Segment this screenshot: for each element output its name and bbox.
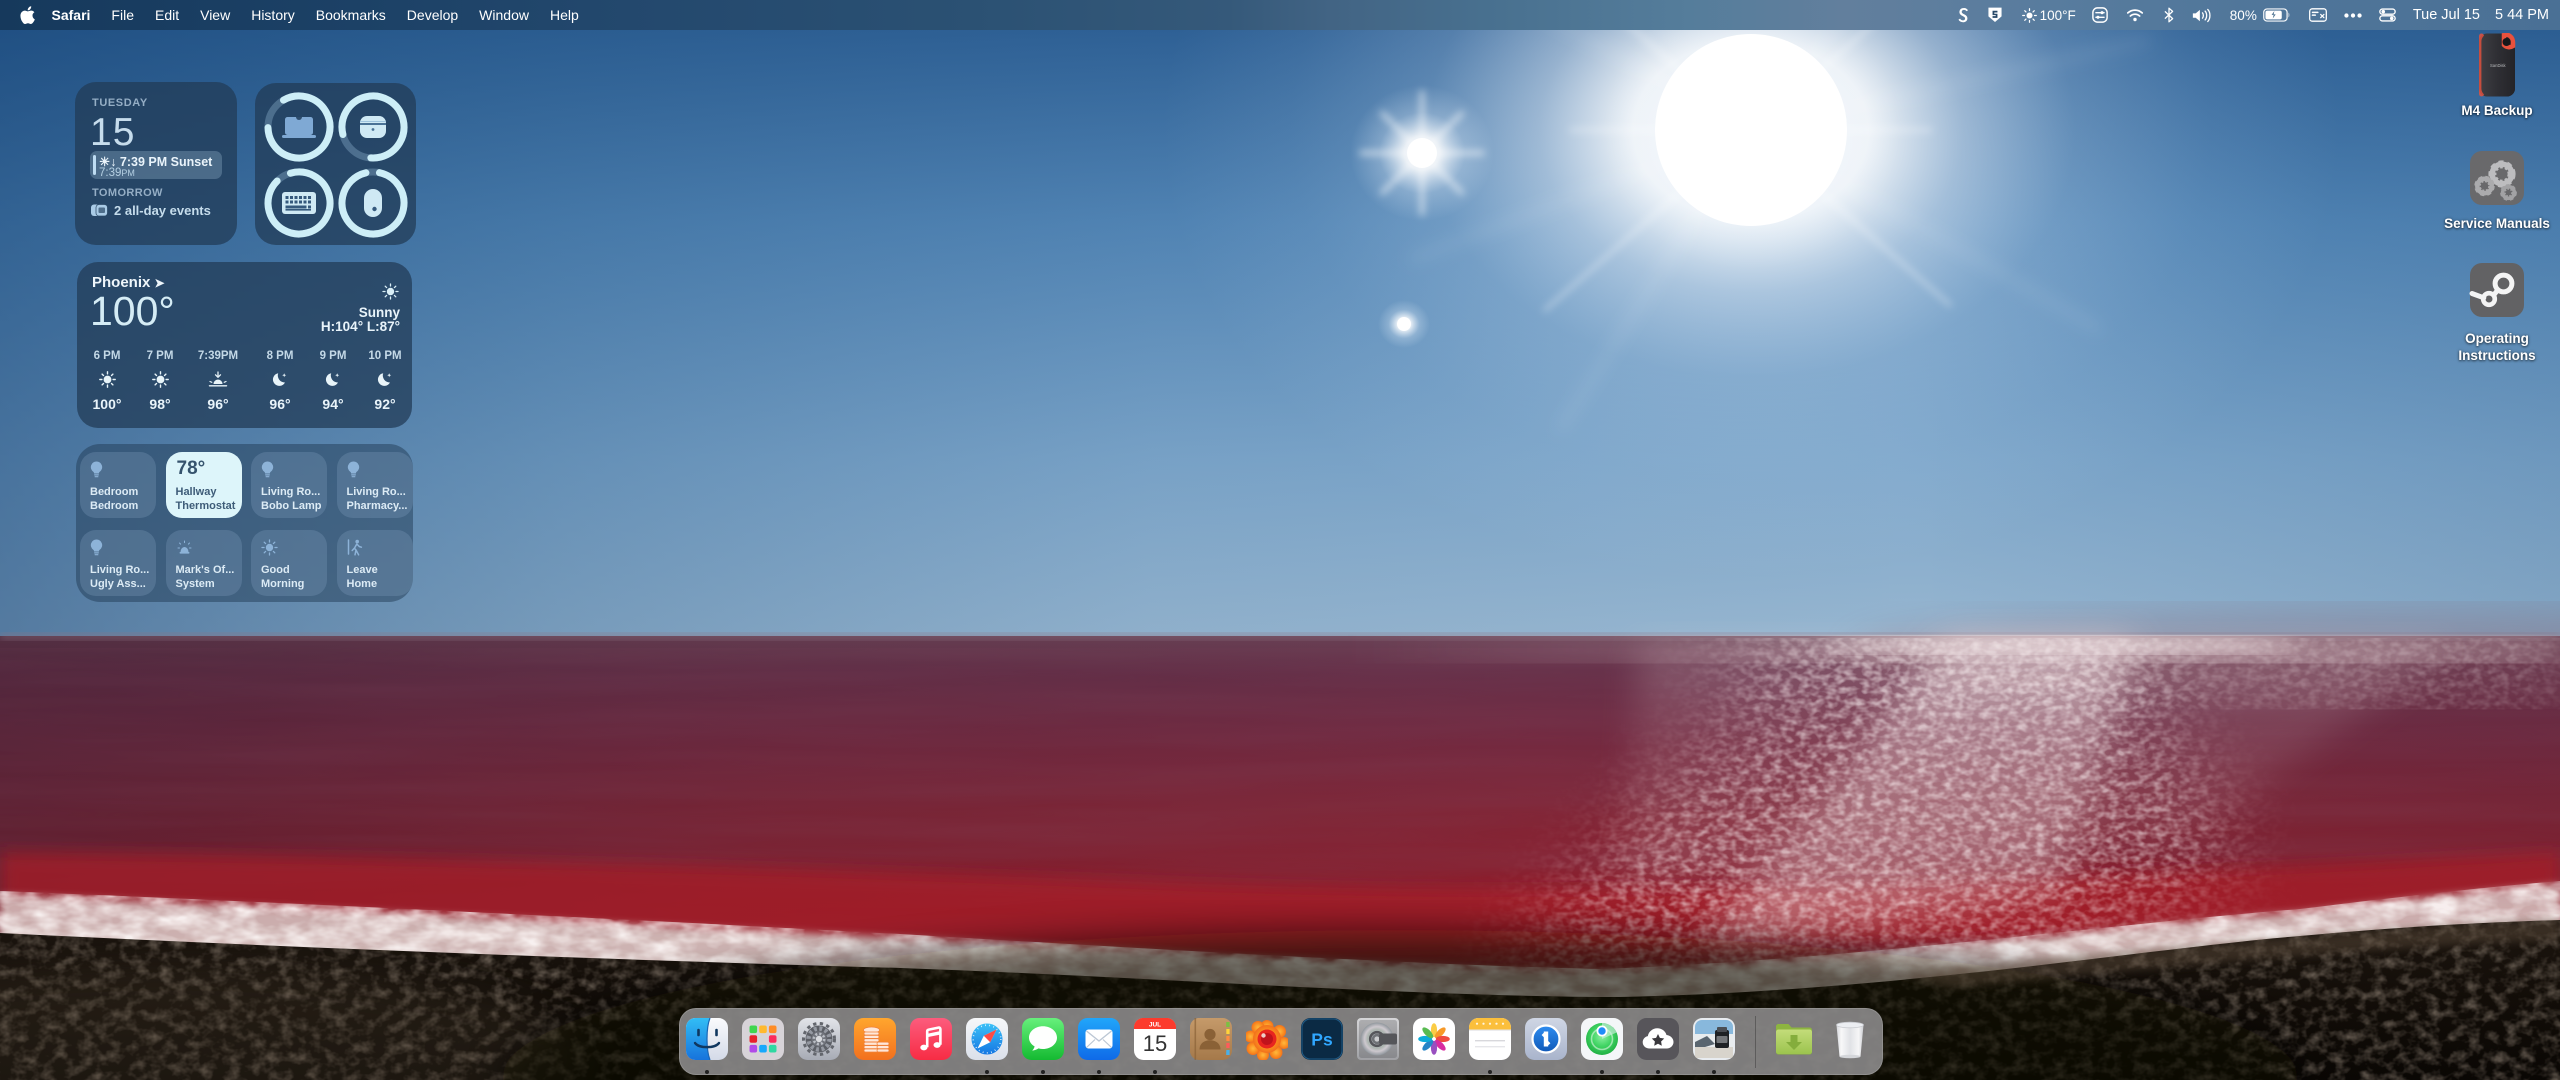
svg-text:Ps: Ps	[1311, 1030, 1333, 1050]
svg-text:15: 15	[1143, 1031, 1167, 1056]
svg-text:JUL: JUL	[1149, 1021, 1161, 1028]
svg-text:SanDisk: SanDisk	[2490, 63, 2506, 68]
